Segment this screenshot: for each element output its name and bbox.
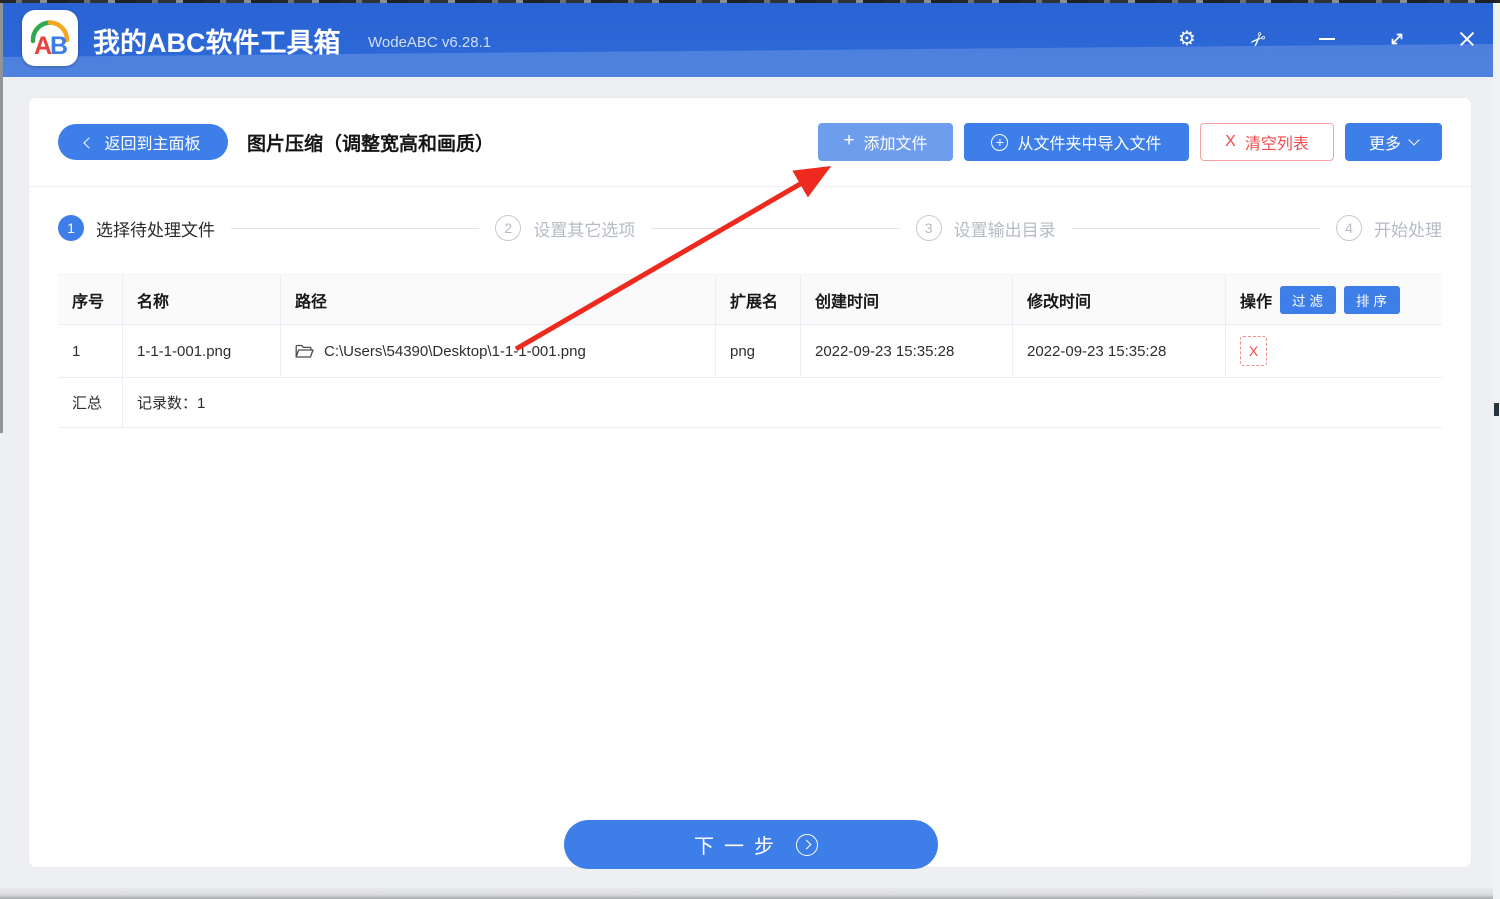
circle-plus-icon: + bbox=[991, 134, 1008, 151]
scissors-screenshot-icon[interactable]: ✂ bbox=[1240, 22, 1274, 56]
add-files-label: 添加文件 bbox=[864, 130, 928, 154]
filter-button[interactable]: 过滤 bbox=[1280, 286, 1336, 314]
logo-letters: AB bbox=[22, 32, 78, 61]
step-connector bbox=[1072, 228, 1320, 229]
settings-gear-icon[interactable]: ⚙ bbox=[1175, 27, 1199, 51]
page-title: 图片压缩（调整宽高和画质） bbox=[247, 129, 494, 156]
step-2-options: 2 设置其它选项 bbox=[495, 215, 635, 241]
logo-letter-b: B bbox=[50, 32, 66, 60]
clear-list-button[interactable]: X 清空列表 bbox=[1200, 123, 1334, 161]
toolbar-actions: + 添加文件 + 从文件夹中导入文件 X 清空列表 更多 bbox=[818, 123, 1442, 161]
step-1-select-files: 1 选择待处理文件 bbox=[58, 215, 215, 241]
titlebar-actions: ⚙ ✂ bbox=[1175, 0, 1479, 77]
step-3-label: 设置输出目录 bbox=[954, 216, 1056, 241]
step-4-circle: 4 bbox=[1336, 215, 1362, 241]
summary-record-count: 记录数：1 bbox=[123, 378, 1442, 427]
toolbar: 返回到主面板 图片压缩（调整宽高和画质） + 添加文件 + 从文件夹中导入文件 … bbox=[58, 122, 1442, 162]
resize-arrows bbox=[1387, 29, 1407, 49]
cell-operations: X bbox=[1226, 325, 1442, 377]
chevron-down-icon bbox=[1408, 134, 1419, 145]
header-created: 创建时间 bbox=[801, 275, 1013, 324]
path-text: C:\Users\54390\Desktop\1-1-1-001.png bbox=[324, 343, 586, 360]
next-step-button[interactable]: 下一步 bbox=[564, 820, 938, 869]
header-index: 序号 bbox=[58, 275, 123, 324]
step-indicator: 1 选择待处理文件 2 设置其它选项 3 设置输出目录 4 开始处理 bbox=[58, 210, 1442, 246]
next-step-label: 下一步 bbox=[684, 830, 784, 859]
screen-edge-top bbox=[0, 0, 1500, 3]
scrollbar-track[interactable] bbox=[1493, 3, 1500, 899]
close-icon[interactable] bbox=[1455, 27, 1479, 51]
clear-x-icon: X bbox=[1225, 133, 1236, 151]
back-button-label: 返回到主面板 bbox=[104, 130, 200, 154]
step-4-start: 4 开始处理 bbox=[1336, 215, 1442, 241]
header-path: 路径 bbox=[281, 275, 716, 324]
toolbar-divider bbox=[29, 186, 1471, 187]
step-connector bbox=[651, 228, 899, 229]
step-connector bbox=[231, 228, 479, 229]
step-2-circle: 2 bbox=[495, 215, 521, 241]
step-4-label: 开始处理 bbox=[1374, 216, 1442, 241]
cell-path: C:\Users\54390\Desktop\1-1-1-001.png bbox=[281, 325, 716, 377]
import-from-folder-button[interactable]: + 从文件夹中导入文件 bbox=[964, 123, 1189, 161]
step-3-circle: 3 bbox=[916, 215, 942, 241]
header-ext: 扩展名 bbox=[716, 275, 801, 324]
main-panel: 返回到主面板 图片压缩（调整宽高和画质） + 添加文件 + 从文件夹中导入文件 … bbox=[28, 97, 1472, 868]
step-3-output-dir: 3 设置输出目录 bbox=[916, 215, 1056, 241]
logo-letter-a: A bbox=[34, 32, 50, 60]
minimize-bar bbox=[1319, 38, 1335, 40]
table-row: 1 1-1-1-001.png C:\Users\54390\Desktop\1… bbox=[58, 325, 1442, 378]
more-dropdown-button[interactable]: 更多 bbox=[1345, 123, 1442, 161]
step-2-label: 设置其它选项 bbox=[533, 216, 635, 241]
delete-row-button[interactable]: X bbox=[1240, 336, 1267, 366]
titlebar: AB 我的ABC软件工具箱 WodeABC v6.28.1 ⚙ ✂ bbox=[0, 0, 1500, 77]
close-x-shape bbox=[1458, 30, 1476, 48]
cell-ext: png bbox=[716, 325, 801, 377]
file-table: 序号 名称 路径 扩展名 创建时间 修改时间 操作 过滤 排序 1 1-1-1-… bbox=[58, 274, 1442, 428]
more-label: 更多 bbox=[1369, 130, 1401, 154]
screen-edge-bottom bbox=[0, 888, 1500, 899]
screen-edge-left bbox=[0, 0, 3, 433]
summary-label: 汇总 bbox=[58, 378, 123, 427]
cell-index: 1 bbox=[58, 325, 123, 377]
clear-list-label: 清空列表 bbox=[1245, 130, 1309, 154]
table-summary-row: 汇总 记录数：1 bbox=[58, 378, 1442, 428]
app-logo: AB bbox=[22, 10, 78, 66]
operations-label: 操作 bbox=[1240, 288, 1272, 312]
step-1-label: 选择待处理文件 bbox=[96, 216, 215, 241]
app-version: WodeABC v6.28.1 bbox=[368, 34, 491, 51]
app-title: 我的ABC软件工具箱 bbox=[93, 21, 341, 60]
cell-created: 2022-09-23 15:35:28 bbox=[801, 325, 1013, 377]
circle-arrow-right-icon bbox=[796, 834, 818, 856]
cell-name: 1-1-1-001.png bbox=[123, 325, 281, 377]
maximize-resize-icon[interactable] bbox=[1385, 27, 1409, 51]
add-files-button[interactable]: + 添加文件 bbox=[818, 123, 953, 161]
header-name: 名称 bbox=[123, 275, 281, 324]
sort-button[interactable]: 排序 bbox=[1344, 286, 1400, 314]
scrollbar-thumb[interactable] bbox=[1494, 403, 1499, 416]
table-header-row: 序号 名称 路径 扩展名 创建时间 修改时间 操作 过滤 排序 bbox=[58, 274, 1442, 325]
minimize-icon[interactable] bbox=[1315, 27, 1339, 51]
cell-modified: 2022-09-23 15:35:28 bbox=[1013, 325, 1226, 377]
import-folder-label: 从文件夹中导入文件 bbox=[1017, 130, 1161, 154]
header-operations: 操作 过滤 排序 bbox=[1226, 275, 1442, 324]
chevron-left-icon bbox=[84, 137, 95, 148]
step-1-circle: 1 bbox=[58, 215, 84, 241]
open-folder-icon[interactable] bbox=[295, 344, 314, 359]
header-modified: 修改时间 bbox=[1013, 275, 1226, 324]
app-window: AB 我的ABC软件工具箱 WodeABC v6.28.1 ⚙ ✂ 返回到主面板 bbox=[0, 0, 1500, 899]
plus-icon: + bbox=[843, 130, 854, 152]
back-to-dashboard-button[interactable]: 返回到主面板 bbox=[58, 124, 228, 160]
